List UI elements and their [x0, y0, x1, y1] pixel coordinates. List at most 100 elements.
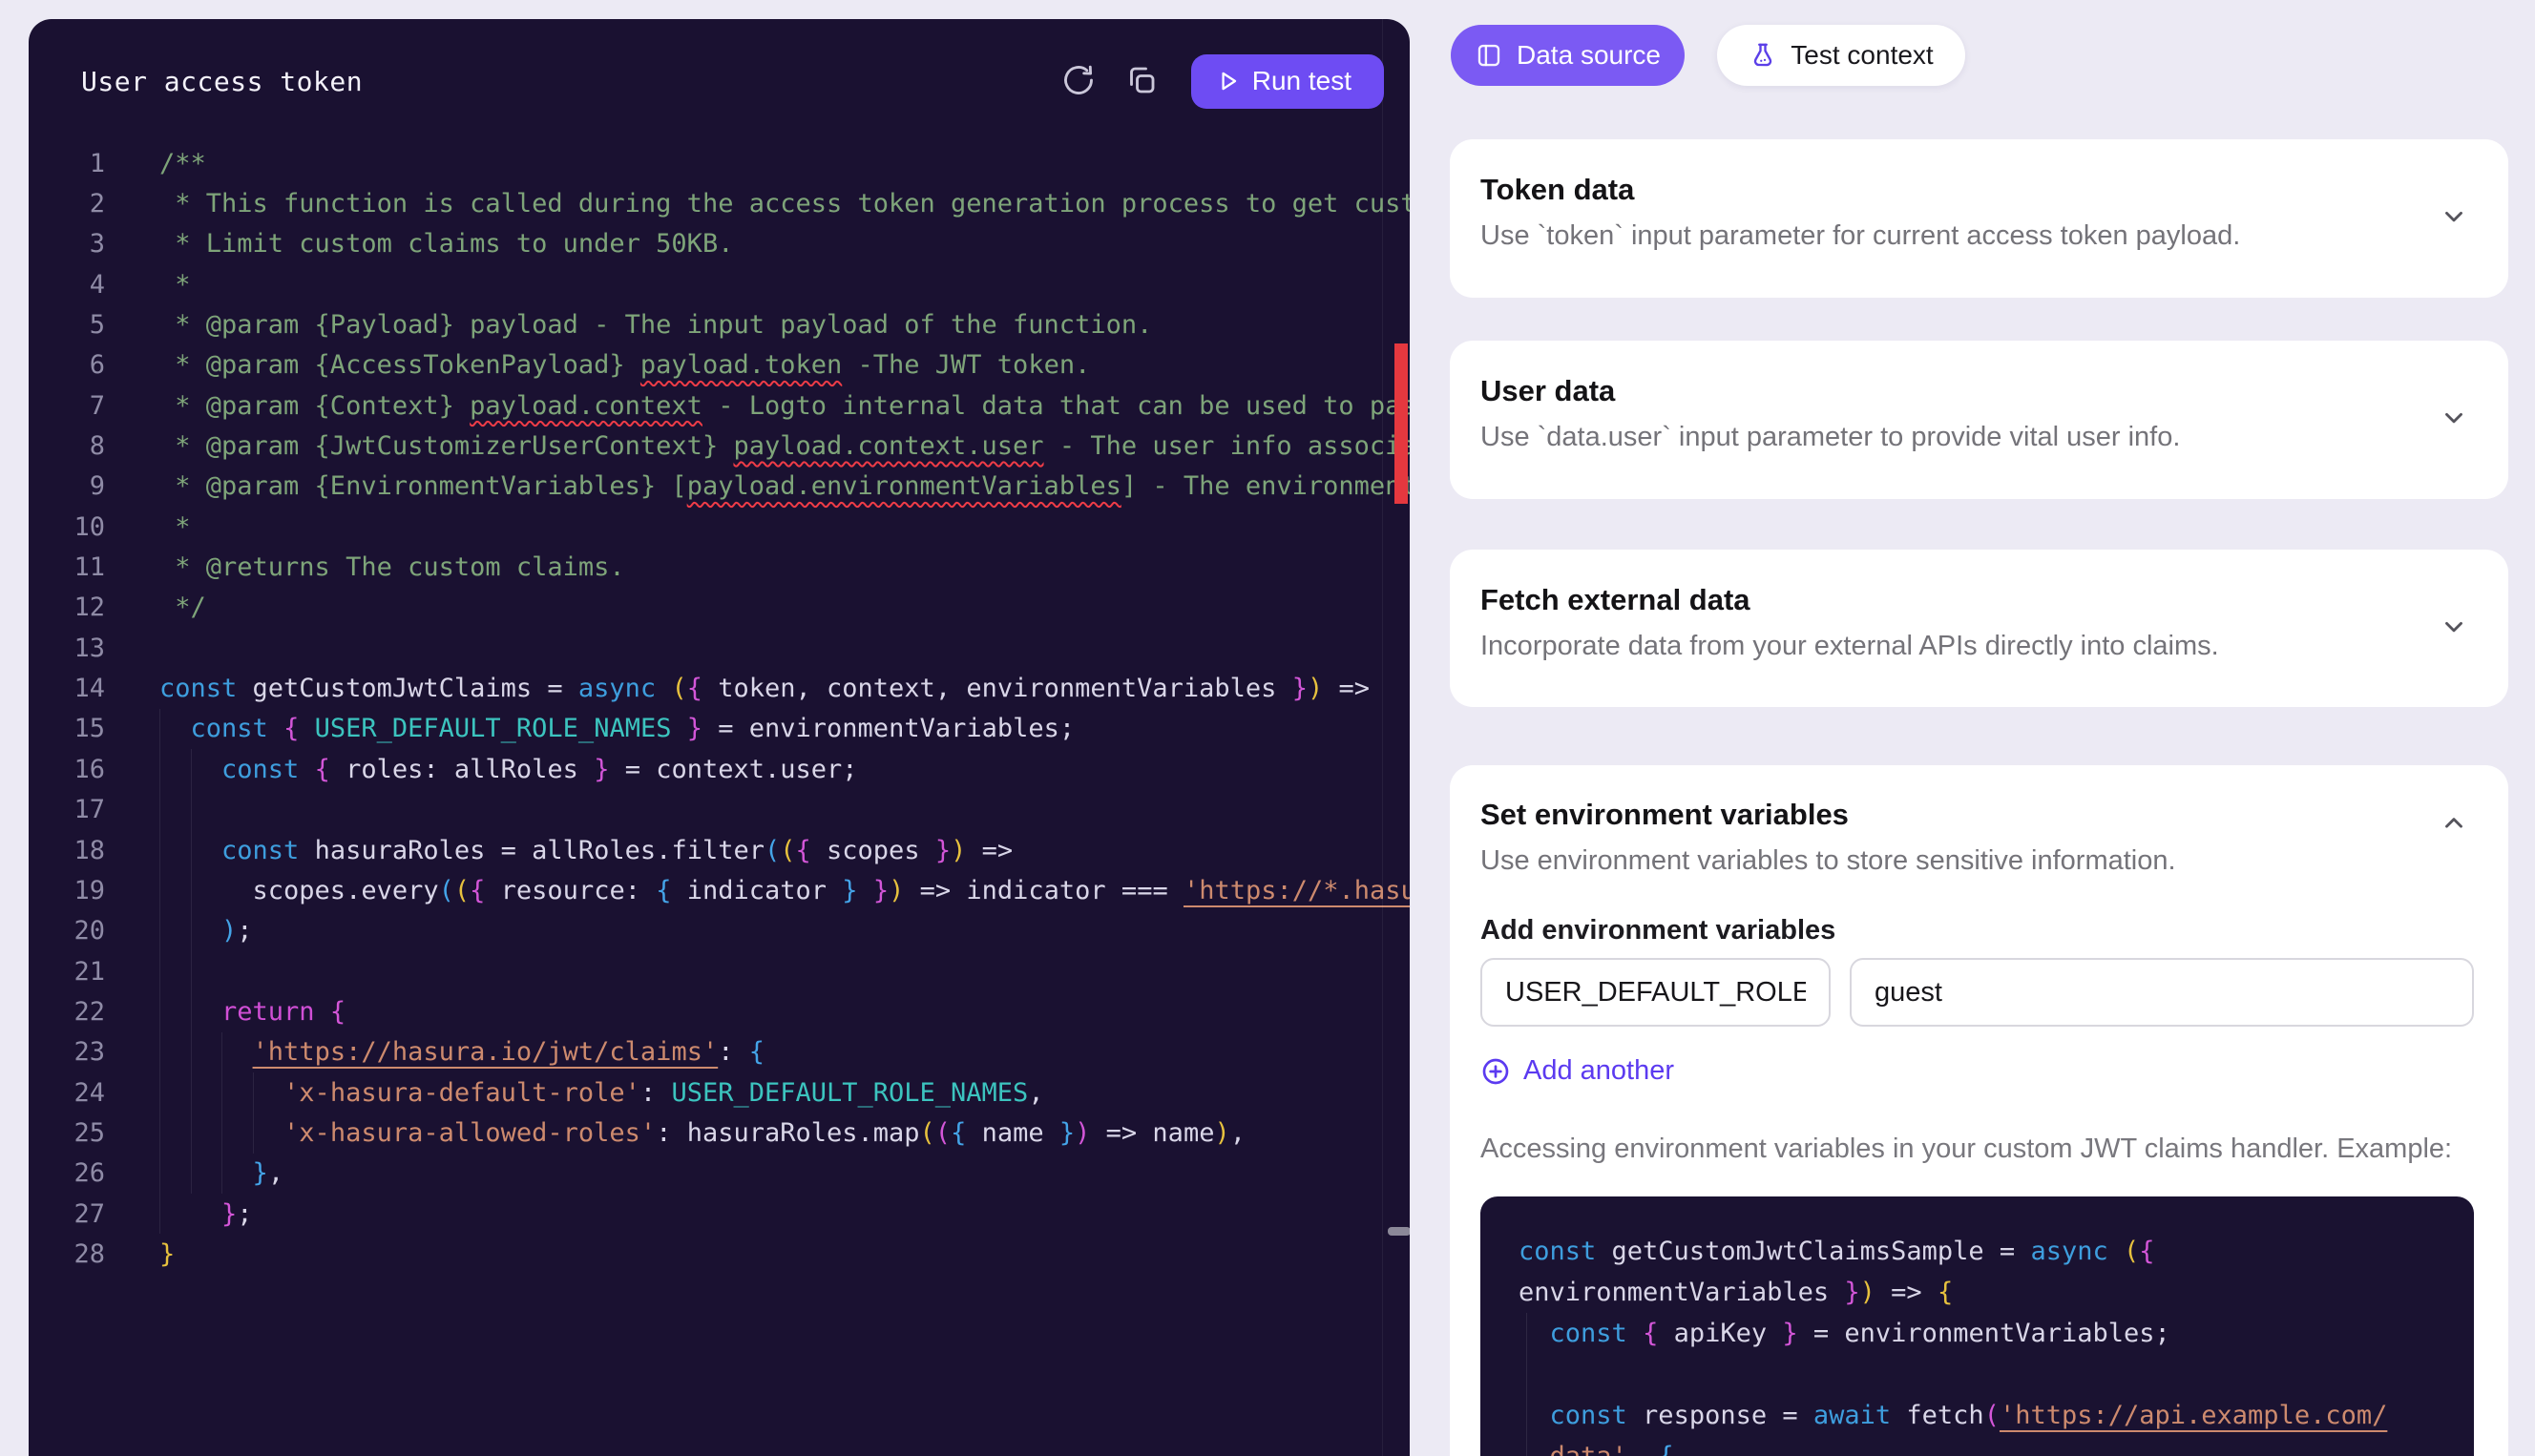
code-line-content: * @param {EnvironmentVariables} [payload… [159, 471, 1410, 501]
code-line-content: scopes.every(({ resource: { indicator } … [159, 876, 1410, 905]
copy-button[interactable] [1119, 58, 1164, 104]
code-line-content: * [159, 270, 191, 300]
env-key-input[interactable] [1480, 958, 1831, 1027]
code-line[interactable]: 11 * @returns The custom claims. [29, 547, 1410, 587]
line-number: 16 [29, 755, 105, 784]
code-line[interactable]: 18 const hasuraRoles = allRoles.filter((… [29, 830, 1410, 870]
code-line-content: * @param {Payload} payload - The input p… [159, 310, 1152, 340]
tab-data-source[interactable]: Data source [1451, 25, 1685, 86]
refresh-icon [1061, 63, 1096, 100]
code-line-content: * [159, 512, 191, 542]
code-line-content: const hasuraRoles = allRoles.filter(({ s… [159, 836, 1013, 865]
code-line[interactable]: 21 [29, 951, 1410, 991]
code-line[interactable]: 14const getCustomJwtClaims = async ({ to… [29, 668, 1410, 708]
tab-test-context[interactable]: Test context [1717, 25, 1965, 86]
code-line[interactable]: 19 scopes.every(({ resource: { indicator… [29, 870, 1410, 910]
code-line[interactable]: 15 const { USER_DEFAULT_ROLE_NAMES } = e… [29, 709, 1410, 749]
editor-title: User access token [81, 66, 363, 97]
play-icon [1216, 69, 1241, 94]
code-line[interactable]: 28} [29, 1234, 1410, 1274]
code-editor-panel: User access token [29, 19, 1410, 1456]
tab-test-context-label: Test context [1791, 40, 1933, 71]
code-line-content: } [159, 1239, 175, 1269]
env-value-input[interactable] [1850, 958, 2474, 1027]
tab-data-source-label: Data source [1517, 40, 1661, 71]
code-line[interactable]: 23 'https://hasura.io/jwt/claims': { [29, 1032, 1410, 1072]
line-number: 19 [29, 876, 105, 905]
code-line[interactable]: 17 [29, 790, 1410, 830]
error-marker [1394, 343, 1408, 504]
line-number: 18 [29, 836, 105, 865]
card-user-data[interactable]: User data Use `data.user` input parameter… [1450, 341, 2508, 499]
code-line[interactable]: 26 }, [29, 1154, 1410, 1194]
sample-code-block: const getCustomJwtClaimsSample = async (… [1480, 1196, 2474, 1456]
code-line-content: * This function is called during the acc… [159, 189, 1410, 218]
code-line[interactable]: 12 */ [29, 588, 1410, 628]
code-line[interactable]: 7 * @param {Context} payload.context - L… [29, 385, 1410, 426]
code-line[interactable]: 25 'x-hasura-allowed-roles': hasuraRoles… [29, 1113, 1410, 1153]
code-area[interactable]: 1/**2 * This function is called during t… [29, 143, 1410, 1275]
line-number: 24 [29, 1078, 105, 1108]
card-description: Use `token` input parameter for current … [1480, 219, 2394, 252]
code-line-content: }; [159, 1199, 253, 1229]
code-line[interactable]: 10 * [29, 507, 1410, 547]
code-line-content: /** [159, 149, 206, 178]
code-line[interactable]: 4 * [29, 264, 1410, 304]
add-env-variables-label: Add environment variables [1480, 915, 2474, 946]
line-number: 26 [29, 1158, 105, 1188]
code-line[interactable]: 1/** [29, 143, 1410, 183]
copy-icon [1124, 63, 1159, 100]
line-number: 3 [29, 229, 105, 259]
line-number: 6 [29, 350, 105, 380]
code-line-content: * Limit custom claims to under 50KB. [159, 229, 733, 259]
scrollbar-thumb[interactable] [1388, 1227, 1410, 1236]
code-line[interactable]: 16 const { roles: allRoles } = context.u… [29, 749, 1410, 789]
code-line-content: * @param {Context} payload.context - Log… [159, 391, 1410, 421]
sample-code-line [1519, 1354, 2436, 1395]
run-test-button[interactable]: Run test [1191, 54, 1384, 109]
code-line[interactable]: 9 * @param {EnvironmentVariables} [paylo… [29, 467, 1410, 507]
card-title: Token data [1480, 172, 2394, 208]
card-description: Use `data.user` input parameter to provi… [1480, 421, 2394, 453]
code-line[interactable]: 2 * This function is called during the a… [29, 183, 1410, 223]
code-line-content: * @param {AccessTokenPayload} payload.to… [159, 350, 1090, 380]
chevron-up-icon[interactable] [2440, 809, 2468, 842]
line-number: 15 [29, 714, 105, 743]
code-line[interactable]: 8 * @param {JwtCustomizerUserContext} pa… [29, 426, 1410, 466]
sample-code-line: const { apiKey } = environmentVariables; [1519, 1313, 2436, 1354]
card-title: User data [1480, 373, 2394, 409]
code-line[interactable]: 27 }; [29, 1194, 1410, 1234]
card-fetch-external-data[interactable]: Fetch external dataIncorporate data from… [1450, 550, 2508, 707]
line-number: 17 [29, 795, 105, 824]
env-example-note: Accessing environment variables in your … [1480, 1134, 2474, 1165]
refresh-button[interactable] [1056, 58, 1101, 104]
code-line[interactable]: 24 'x-hasura-default-role': USER_DEFAULT… [29, 1072, 1410, 1113]
chevron-down-icon[interactable] [2440, 202, 2468, 236]
code-line-content: }, [159, 1158, 283, 1188]
line-number: 2 [29, 189, 105, 218]
line-number: 12 [29, 593, 105, 622]
flask-icon [1749, 41, 1777, 70]
code-line[interactable]: 13 [29, 628, 1410, 668]
code-line[interactable]: 3 * Limit custom claims to under 50KB. [29, 224, 1410, 264]
line-number: 10 [29, 512, 105, 542]
card-title: Fetch external data [1480, 582, 2394, 618]
code-line-content: */ [159, 593, 206, 622]
code-line[interactable]: 22 return { [29, 991, 1410, 1031]
line-number: 20 [29, 916, 105, 946]
card-token-data[interactable]: Token data Use `token` input parameter fo… [1450, 139, 2508, 298]
code-line[interactable]: 6 * @param {AccessTokenPayload} payload.… [29, 345, 1410, 385]
overview-ruler [1382, 19, 1383, 1456]
line-number: 4 [29, 270, 105, 300]
code-line[interactable]: 20 ); [29, 911, 1410, 951]
card-set-environment-variables[interactable]: Set environment variables Use environmen… [1450, 765, 2508, 1456]
line-number: 13 [29, 634, 105, 663]
code-line[interactable]: 5 * @param {Payload} payload - The input… [29, 304, 1410, 344]
line-number: 14 [29, 674, 105, 703]
sample-code-line: const getCustomJwtClaimsSample = async (… [1519, 1231, 2436, 1272]
line-number: 28 [29, 1239, 105, 1269]
add-another-button[interactable]: Add another [1480, 1055, 1674, 1087]
chevron-down-icon[interactable] [2440, 404, 2468, 437]
line-number: 8 [29, 431, 105, 461]
chevron-down-icon[interactable] [2440, 612, 2468, 645]
